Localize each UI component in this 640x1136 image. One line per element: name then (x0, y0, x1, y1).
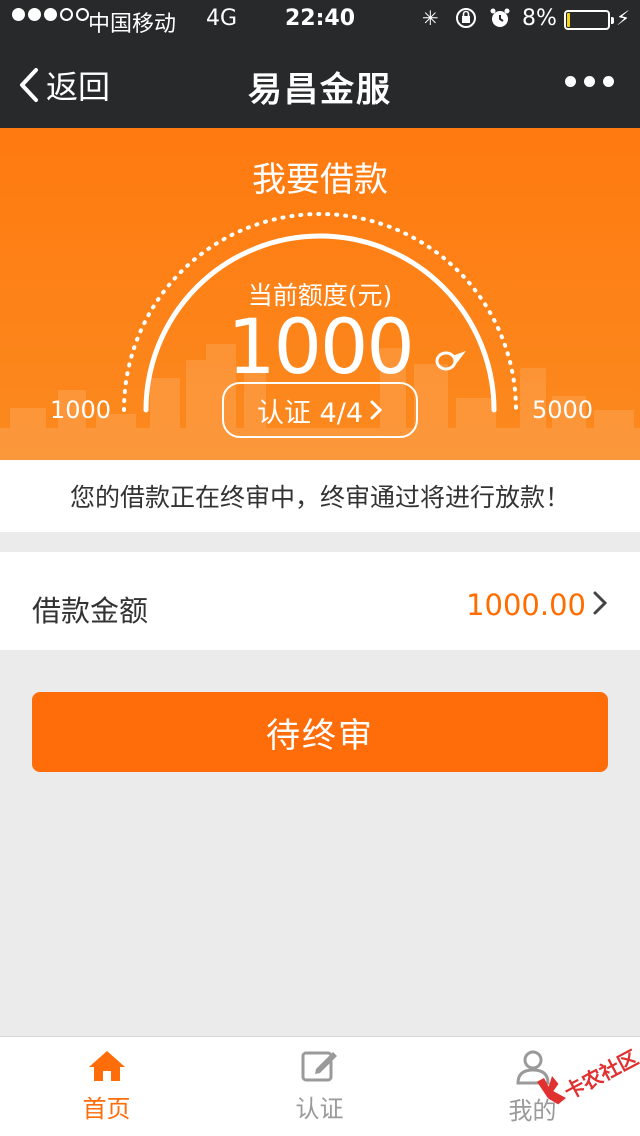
quota-value: 1000 (227, 302, 414, 391)
battery-percent: 8% (522, 6, 557, 31)
carrier-name: 中国移动 (88, 12, 177, 37)
pending-final-review-label: 待终审 (266, 715, 374, 756)
loan-status-notice: 您的借款正在终审中，终审通过将进行放款！ (0, 460, 640, 532)
loan-amount-value: 1000.00 (466, 588, 586, 622)
network-type: 4G (206, 6, 238, 31)
tab-verification-label: 认证 (295, 1095, 344, 1123)
home-icon (88, 1051, 125, 1081)
gauge-max-label: 5000 (532, 396, 594, 424)
back-button[interactable]: 返回 (18, 62, 110, 108)
chevron-right-icon (370, 400, 383, 420)
more-icon[interactable] (565, 76, 614, 87)
activity-spinner-icon: ✳ (422, 6, 439, 30)
tab-home[interactable]: 首页 (0, 1037, 213, 1136)
alarm-icon (488, 6, 512, 35)
gauge-min-label: 1000 (50, 396, 112, 424)
navigation-bar: 返回 易昌金服 (0, 40, 640, 128)
loan-amount-label: 借款金额 (32, 594, 149, 628)
loan-status-text: 您的借款正在终审中，终审通过将进行放款！ (69, 483, 570, 512)
edit-icon (301, 1051, 337, 1082)
tab-verification[interactable]: 认证 (213, 1037, 426, 1136)
gauge-pointer-icon (435, 351, 466, 371)
hero-title: 我要借款 (252, 160, 388, 200)
loan-hero: 我要借款 当前额度(元) 1000 1000 5000 认证 4/4 (0, 128, 640, 460)
chevron-right-icon (593, 591, 608, 615)
watermark-text: 卡农社区 (560, 1045, 640, 1105)
tab-home-label: 首页 (82, 1095, 131, 1123)
chevron-left-icon (20, 68, 38, 102)
battery-icon (564, 10, 614, 30)
verification-progress-label: 认证 4/4 (256, 397, 364, 429)
rotation-lock-icon (454, 6, 478, 35)
back-label: 返回 (46, 68, 111, 106)
pending-final-review-button[interactable]: 待终审 (32, 692, 608, 772)
verification-progress-button[interactable]: 认证 4/4 (222, 382, 418, 438)
signal-strength-icon (12, 8, 89, 21)
status-bar: 中国移动 4G 22:40 ✳ 8% ⚡ (0, 0, 640, 40)
top-bar: 中国移动 4G 22:40 ✳ 8% ⚡ 返回 易昌金服 (0, 0, 640, 128)
loan-amount-row[interactable]: 借款金额 1000.00 (0, 552, 640, 650)
charging-icon: ⚡ (616, 6, 631, 30)
